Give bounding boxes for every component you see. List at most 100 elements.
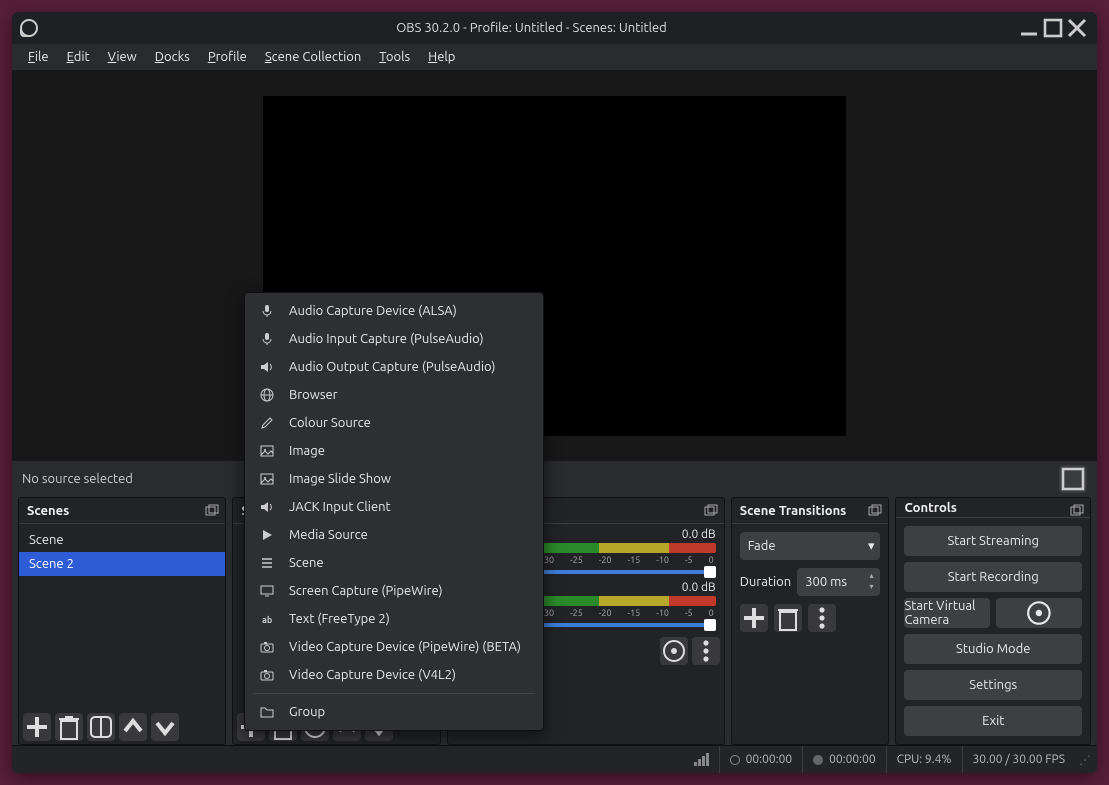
resize-grip-icon[interactable]: ⋰	[1079, 753, 1091, 767]
context-menu-label: Scene	[289, 556, 324, 570]
duration-input[interactable]: 300 ms ▴▾	[797, 568, 880, 596]
menu-view[interactable]: View	[100, 47, 145, 67]
menu-file[interactable]: File	[20, 47, 57, 67]
window-title: OBS 30.2.0 - Profile: Untitled - Scenes:…	[46, 21, 1017, 35]
transition-type-select[interactable]: Fade ▾	[740, 532, 881, 560]
add-transition-button[interactable]	[740, 604, 768, 632]
maximize-button[interactable]	[1041, 16, 1065, 40]
popout-icon[interactable]	[1070, 504, 1084, 516]
context-menu-label: Colour Source	[289, 416, 371, 430]
context-menu-item[interactable]: Group	[245, 698, 543, 726]
transitions-title: Scene Transitions	[732, 498, 889, 524]
scene-item[interactable]: Scene	[19, 528, 225, 552]
scenes-list: Scene Scene 2	[19, 524, 225, 710]
scenes-toolbar	[19, 710, 225, 744]
spin-up-icon[interactable]: ▴	[864, 570, 878, 581]
camera-icon	[259, 667, 275, 683]
text-icon: ab	[259, 611, 275, 627]
move-scene-down-button[interactable]	[151, 713, 179, 741]
popout-icon[interactable]	[205, 504, 219, 516]
context-menu-item[interactable]: Scene	[245, 549, 543, 577]
stream-time: 00:00:00	[719, 746, 803, 773]
transitions-dock: Scene Transitions Fade ▾ Duration 300 ms…	[731, 497, 890, 745]
scenes-dock: Scenes Scene Scene 2	[18, 497, 226, 745]
settings-button[interactable]: Settings	[904, 670, 1082, 700]
context-menu-label: JACK Input Client	[289, 500, 391, 514]
context-menu-label: Video Capture Device (PipeWire) (BETA)	[289, 640, 521, 654]
context-menu-item[interactable]: Audio Input Capture (PulseAudio)	[245, 325, 543, 353]
obs-logo-icon	[20, 19, 38, 37]
menu-edit[interactable]: Edit	[59, 47, 98, 67]
context-menu-label: Audio Output Capture (PulseAudio)	[289, 360, 495, 374]
context-menu-label: Image	[289, 444, 325, 458]
minimize-button[interactable]	[1017, 16, 1041, 40]
context-menu-item[interactable]: Colour Source	[245, 409, 543, 437]
titlebar[interactable]: OBS 30.2.0 - Profile: Untitled - Scenes:…	[12, 12, 1097, 44]
db-value: 0.0 dB	[682, 528, 716, 541]
exit-button[interactable]: Exit	[904, 706, 1082, 736]
menu-scene-collection[interactable]: Scene Collection	[257, 47, 369, 67]
context-menu-item[interactable]: Video Capture Device (V4L2)	[245, 661, 543, 689]
menu-help[interactable]: Help	[420, 47, 463, 67]
context-menu-label: Screen Capture (PipeWire)	[289, 584, 443, 598]
transition-menu-button[interactable]	[808, 604, 836, 632]
image-icon	[259, 443, 275, 459]
remove-scene-button[interactable]	[55, 713, 83, 741]
db-value: 0.0 dB	[682, 581, 716, 594]
network-icon	[694, 753, 709, 766]
zoom-toggle[interactable]	[1059, 465, 1087, 493]
brush-icon	[259, 415, 275, 431]
add-scene-button[interactable]	[23, 713, 51, 741]
spin-down-icon[interactable]: ▾	[864, 581, 878, 592]
context-menu-item[interactable]: Screen Capture (PipeWire)	[245, 577, 543, 605]
mic-icon	[259, 331, 275, 347]
start-streaming-button[interactable]: Start Streaming	[904, 526, 1082, 556]
menu-tools[interactable]: Tools	[371, 47, 418, 67]
remove-transition-button[interactable]	[774, 604, 802, 632]
context-menu-label: Media Source	[289, 528, 368, 542]
close-button[interactable]	[1065, 16, 1089, 40]
controls-dock: Controls Start Streaming Start Recording…	[895, 497, 1091, 745]
popout-icon[interactable]	[704, 504, 718, 516]
move-scene-up-button[interactable]	[119, 713, 147, 741]
preview-area[interactable]	[12, 70, 1097, 461]
popout-icon[interactable]	[868, 504, 882, 516]
scene-item[interactable]: Scene 2	[19, 552, 225, 576]
context-menu-item[interactable]: Image Slide Show	[245, 465, 543, 493]
context-menu-item[interactable]: Video Capture Device (PipeWire) (BETA)	[245, 633, 543, 661]
menu-docks[interactable]: Docks	[147, 47, 198, 67]
scene-filter-button[interactable]	[87, 713, 115, 741]
context-menu-label: Group	[289, 705, 325, 719]
context-menu-item[interactable]: ab Text (FreeType 2)	[245, 605, 543, 633]
mixer-menu-button[interactable]	[692, 637, 720, 665]
menubar: File Edit View Docks Profile Scene Colle…	[12, 44, 1097, 70]
context-menu-item[interactable]: Audio Output Capture (PulseAudio)	[245, 353, 543, 381]
menu-profile[interactable]: Profile	[200, 47, 255, 67]
context-menu-item[interactable]: Media Source	[245, 521, 543, 549]
svg-text:ab: ab	[262, 615, 272, 625]
controls-body: Start Streaming Start Recording Start Vi…	[896, 518, 1090, 744]
context-menu-label: Audio Input Capture (PulseAudio)	[289, 332, 484, 346]
list-icon	[259, 555, 275, 571]
stream-dot-icon	[730, 755, 740, 765]
image-icon	[259, 471, 275, 487]
context-menu-label: Text (FreeType 2)	[289, 612, 390, 626]
context-menu-item[interactable]: Browser	[245, 381, 543, 409]
add-source-context-menu: Audio Capture Device (ALSA) Audio Input C…	[244, 292, 544, 731]
camera-icon	[259, 639, 275, 655]
network-status	[684, 746, 719, 773]
mixer-settings-button[interactable]	[660, 637, 688, 665]
cpu-usage: CPU: 9.4%	[886, 746, 962, 773]
start-recording-button[interactable]: Start Recording	[904, 562, 1082, 592]
studio-mode-button[interactable]: Studio Mode	[904, 634, 1082, 664]
context-menu-item[interactable]: Image	[245, 437, 543, 465]
preview-status: No source selected	[12, 461, 1097, 497]
context-menu-item[interactable]: JACK Input Client	[245, 493, 543, 521]
context-menu-item[interactable]: Audio Capture Device (ALSA)	[245, 297, 543, 325]
globe-icon	[259, 387, 275, 403]
vcam-settings-button[interactable]	[996, 598, 1082, 628]
monitor-icon	[259, 583, 275, 599]
docks-row: Scenes Scene Scene 2 S	[12, 497, 1097, 745]
start-virtual-camera-button[interactable]: Start Virtual Camera	[904, 598, 990, 628]
record-time: 00:00:00	[802, 746, 886, 773]
